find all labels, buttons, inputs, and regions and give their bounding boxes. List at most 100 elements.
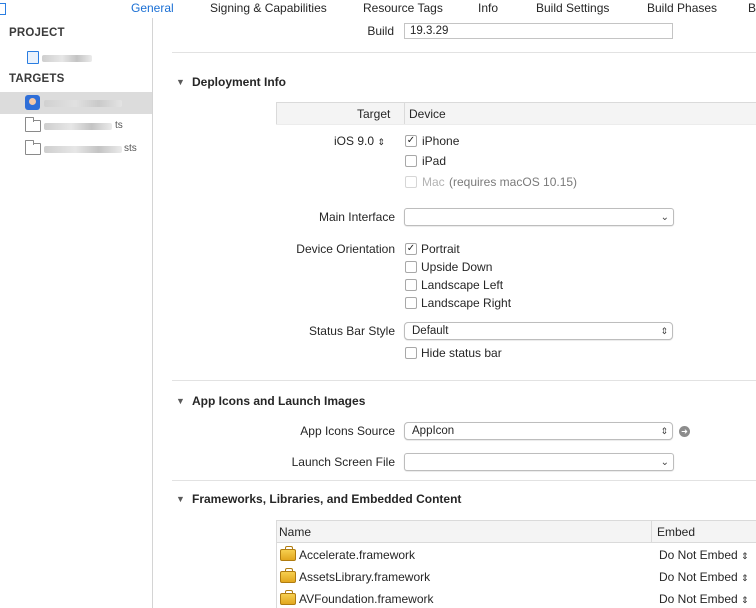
stepper-chevrons-icon: ⇕ xyxy=(741,595,749,605)
chevron-down-icon: ⌄ xyxy=(660,457,669,468)
section-divider xyxy=(172,52,756,53)
app-icons-title: App Icons and Launch Images xyxy=(192,394,366,408)
table-row[interactable]: AVFoundation.framework Do Not Embed ⇕ xyxy=(277,589,756,608)
row-divider xyxy=(276,124,756,125)
frameworks-table: Name Embed Accelerate.framework Do Not E… xyxy=(276,520,756,608)
table-header: Name Embed xyxy=(277,521,756,543)
tab-info[interactable]: Info xyxy=(478,1,498,15)
ipad-checkbox[interactable] xyxy=(405,155,417,167)
section-divider xyxy=(172,380,756,381)
tab-signing-capabilities[interactable]: Signing & Capabilities xyxy=(210,1,327,15)
go-to-asset-arrow-icon[interactable]: ➜ xyxy=(679,426,690,437)
embed-popup[interactable]: Do Not Embed ⇕ xyxy=(659,548,749,562)
hide-status-bar-label: Hide status bar xyxy=(421,346,502,360)
general-settings-pane: Build 19.3.29 ▼ Deployment Info Target D… xyxy=(154,18,756,608)
project-target-sidebar: PROJECT TARGETS ts sts xyxy=(0,18,153,608)
stepper-chevrons-icon: ⇕ xyxy=(377,137,385,147)
app-icons-source-label: App Icons Source xyxy=(300,424,395,438)
stepper-chevrons-icon: ⇕ xyxy=(660,326,668,336)
table-row[interactable]: AssetsLibrary.framework Do Not Embed ⇕ xyxy=(277,567,756,589)
portrait-checkbox[interactable]: ✓ xyxy=(405,243,417,255)
tab-build-settings[interactable]: Build Settings xyxy=(536,1,609,15)
deployment-info-title: Deployment Info xyxy=(192,75,287,89)
build-label: Build xyxy=(367,24,394,38)
embed-popup[interactable]: Do Not Embed ⇕ xyxy=(659,592,749,606)
upside-down-label: Upside Down xyxy=(421,260,493,274)
landscape-right-label: Landscape Right xyxy=(421,296,512,310)
iphone-checkbox[interactable]: ✓ xyxy=(405,135,417,147)
test-target-icon xyxy=(25,117,41,132)
tab-build-rules[interactable]: B xyxy=(748,1,756,15)
table-header: Target Device xyxy=(277,103,756,125)
framework-name: Accelerate.framework xyxy=(299,548,416,562)
table-row[interactable]: Accelerate.framework Do Not Embed ⇕ xyxy=(277,545,756,567)
section-divider xyxy=(172,480,756,481)
disclosure-triangle-icon[interactable]: ▼ xyxy=(176,494,185,504)
mac-label: Mac xyxy=(422,175,445,189)
portrait-label: Portrait xyxy=(421,242,460,256)
framework-toolbox-icon xyxy=(280,590,296,605)
sidebar-item-unit-tests[interactable]: ts xyxy=(0,115,152,137)
build-field[interactable]: 19.3.29 xyxy=(404,23,673,39)
upside-down-checkbox[interactable] xyxy=(405,261,417,273)
disclosure-triangle-icon[interactable]: ▼ xyxy=(176,396,185,406)
project-icon xyxy=(27,51,39,64)
sidebar-item-app-target[interactable] xyxy=(0,92,152,114)
deployment-table-header: Target Device xyxy=(276,102,756,125)
app-icons-source-value: AppIcon xyxy=(412,425,455,437)
column-divider xyxy=(404,103,405,125)
frameworks-title: Frameworks, Libraries, and Embedded Cont… xyxy=(192,492,462,506)
framework-toolbox-icon xyxy=(280,568,296,583)
framework-name: AVFoundation.framework xyxy=(299,592,434,606)
landscape-left-label: Landscape Left xyxy=(421,278,504,292)
main-interface-label: Main Interface xyxy=(318,210,395,224)
status-bar-style-value: Default xyxy=(412,325,449,337)
embed-value: Do Not Embed xyxy=(659,592,738,606)
redacted-test-name xyxy=(44,123,112,130)
tab-build-phases[interactable]: Build Phases xyxy=(647,1,717,15)
embed-column-header[interactable]: Embed xyxy=(657,525,695,539)
app-target-icon xyxy=(25,95,40,110)
test-target-icon xyxy=(25,140,41,155)
landscape-left-checkbox[interactable] xyxy=(405,279,417,291)
launch-screen-file-label: Launch Screen File xyxy=(291,455,395,469)
ios-version-value: iOS 9.0 xyxy=(334,134,375,148)
stepper-chevrons-icon: ⇕ xyxy=(660,426,668,436)
tab-general[interactable]: General xyxy=(131,1,174,15)
status-bar-style-popup[interactable]: Default ⇕ xyxy=(404,322,673,340)
mac-checkbox xyxy=(405,176,417,188)
redacted-project-name xyxy=(42,55,92,62)
iphone-label: iPhone xyxy=(422,134,460,148)
framework-name: AssetsLibrary.framework xyxy=(299,570,431,584)
editor-tab-bar: General Signing & Capabilities Resource … xyxy=(0,0,756,18)
ipad-label: iPad xyxy=(422,154,447,168)
sidebar-item-project[interactable] xyxy=(0,46,152,68)
launch-screen-file-combobox[interactable]: ⌄ xyxy=(404,453,674,471)
target-column-header: Target xyxy=(357,107,391,121)
embed-value: Do Not Embed xyxy=(659,570,738,584)
device-orientation-label: Device Orientation xyxy=(296,242,395,256)
stepper-chevrons-icon: ⇕ xyxy=(741,551,749,561)
ios-version-popup[interactable]: iOS 9.0 ⇕ xyxy=(334,134,386,148)
redacted-target-name xyxy=(44,100,122,107)
tab-resource-tags[interactable]: Resource Tags xyxy=(363,1,443,15)
sidebar-item-label: ts xyxy=(115,120,123,131)
stepper-chevrons-icon: ⇕ xyxy=(741,573,749,583)
embed-popup[interactable]: Do Not Embed ⇕ xyxy=(659,570,749,584)
hide-status-bar-checkbox[interactable] xyxy=(405,347,417,359)
chevron-down-icon: ⌄ xyxy=(660,212,669,223)
sidebar-item-label: sts xyxy=(124,143,137,154)
embed-value: Do Not Embed xyxy=(659,548,738,562)
main-interface-combobox[interactable]: ⌄ xyxy=(404,208,674,226)
targets-section-header: TARGETS xyxy=(9,73,65,85)
column-divider xyxy=(651,521,652,543)
framework-toolbox-icon xyxy=(280,546,296,561)
status-bar-style-label: Status Bar Style xyxy=(308,324,395,338)
app-icons-source-popup[interactable]: AppIcon ⇕ xyxy=(404,422,673,440)
project-section-header: PROJECT xyxy=(9,27,65,39)
disclosure-triangle-icon[interactable]: ▼ xyxy=(176,77,185,87)
mac-requirement-note: (requires macOS 10.15) xyxy=(449,175,578,189)
landscape-right-checkbox[interactable] xyxy=(405,297,417,309)
name-column-header[interactable]: Name xyxy=(279,525,311,539)
sidebar-item-ui-tests[interactable]: sts xyxy=(0,138,152,160)
